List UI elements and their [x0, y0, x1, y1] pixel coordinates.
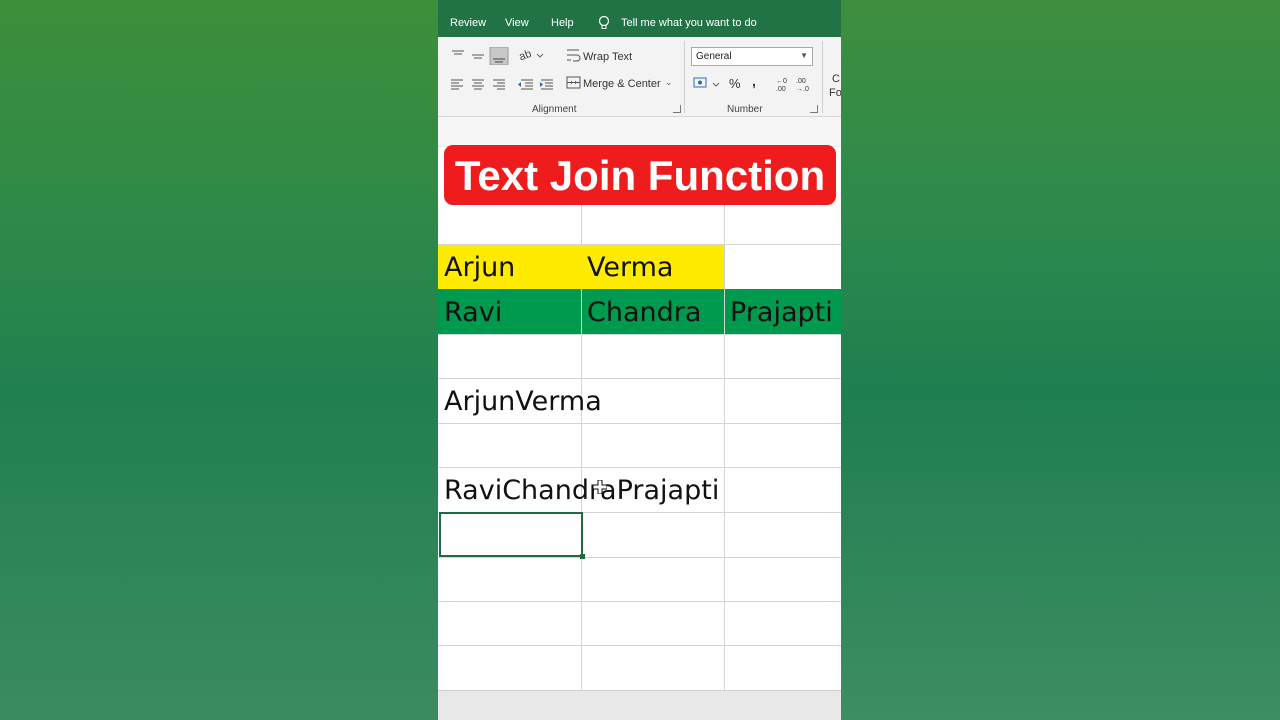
- lightbulb-icon: [598, 15, 610, 29]
- vertical-align-icons[interactable]: [450, 47, 526, 65]
- ribbon-tab-bar: Review View Help Tell me what you want t…: [438, 0, 841, 37]
- chevron-down-icon: ▼: [800, 51, 808, 60]
- row-divider: [438, 467, 841, 468]
- row-divider: [438, 244, 841, 245]
- video-title-banner: Text Join Function: [444, 145, 836, 205]
- row-divider: [438, 645, 841, 646]
- accounting-format-icon[interactable]: [693, 76, 721, 92]
- tab-review[interactable]: Review: [450, 17, 486, 29]
- background-right: [841, 0, 1280, 720]
- cell-textjoin-result-2[interactable]: RaviChandraPrajapti: [444, 475, 719, 506]
- alignment-group-label: Alignment: [532, 104, 577, 115]
- group-separator: [684, 41, 685, 113]
- conditional-format-cutoff-2[interactable]: Fo: [829, 87, 841, 99]
- column-divider: [724, 200, 725, 690]
- svg-text:.00: .00: [776, 86, 786, 93]
- wrap-text-button[interactable]: Wrap Text: [583, 51, 632, 63]
- merge-center-button[interactable]: Merge & Center: [583, 78, 661, 90]
- merge-center-icon: [566, 76, 581, 89]
- number-group-label: Number: [727, 104, 763, 115]
- row-divider: [438, 423, 841, 424]
- sheet-status-bar: [438, 690, 841, 720]
- wrap-text-icon: [567, 49, 581, 62]
- number-format-dropdown[interactable]: General ▼: [691, 47, 813, 66]
- row-divider: [438, 557, 841, 558]
- background-left: [0, 0, 438, 720]
- horizontal-align-icons[interactable]: [450, 77, 560, 93]
- plus-cursor-icon: [593, 480, 607, 494]
- orientation-icon[interactable]: ab: [518, 47, 544, 63]
- percent-style-button[interactable]: %: [729, 76, 741, 91]
- row-divider: [438, 334, 841, 335]
- active-cell-selection[interactable]: [439, 512, 585, 559]
- formula-area: [438, 117, 841, 147]
- tell-me-search[interactable]: Tell me what you want to do: [621, 17, 757, 29]
- tab-view[interactable]: View: [505, 17, 529, 29]
- svg-text:ab: ab: [518, 48, 533, 63]
- ribbon: ab Wrap Text Merge & Center ⌄ Alignment …: [438, 37, 841, 117]
- number-launcher-icon[interactable]: [810, 105, 818, 113]
- excel-window: Review View Help Tell me what you want t…: [438, 0, 841, 720]
- comma-style-button[interactable]: ,: [752, 73, 756, 89]
- svg-text:.00: .00: [796, 78, 806, 85]
- cell-textjoin-result-1[interactable]: ArjunVerma: [444, 386, 602, 417]
- tab-help[interactable]: Help: [551, 17, 574, 29]
- cell-middle-name-2[interactable]: Chandra: [587, 297, 701, 328]
- merge-dropdown-caret-icon[interactable]: ⌄: [665, 77, 673, 88]
- group-separator: [822, 41, 823, 113]
- conditional-format-cutoff[interactable]: C: [832, 73, 840, 85]
- cell-last-name[interactable]: Verma: [587, 252, 673, 283]
- fill-handle[interactable]: [580, 554, 585, 559]
- alignment-launcher-icon[interactable]: [673, 105, 681, 113]
- cell-first-name-2[interactable]: Ravi: [444, 297, 502, 328]
- column-divider: [581, 200, 582, 690]
- cell-first-name[interactable]: Arjun: [444, 252, 515, 283]
- svg-text:→.0: →.0: [796, 86, 809, 93]
- cell-last-name-2[interactable]: Prajapti: [730, 297, 833, 328]
- worksheet-grid[interactable]: Arjun Verma Ravi Chandra Prajapti ArjunV…: [438, 200, 841, 690]
- svg-text:←0: ←0: [776, 78, 787, 85]
- row-divider: [438, 378, 841, 379]
- decimal-adjust-icons[interactable]: ←0 .00 .00 →.0: [774, 75, 814, 93]
- number-format-value: General: [696, 51, 732, 62]
- row-divider: [438, 601, 841, 602]
